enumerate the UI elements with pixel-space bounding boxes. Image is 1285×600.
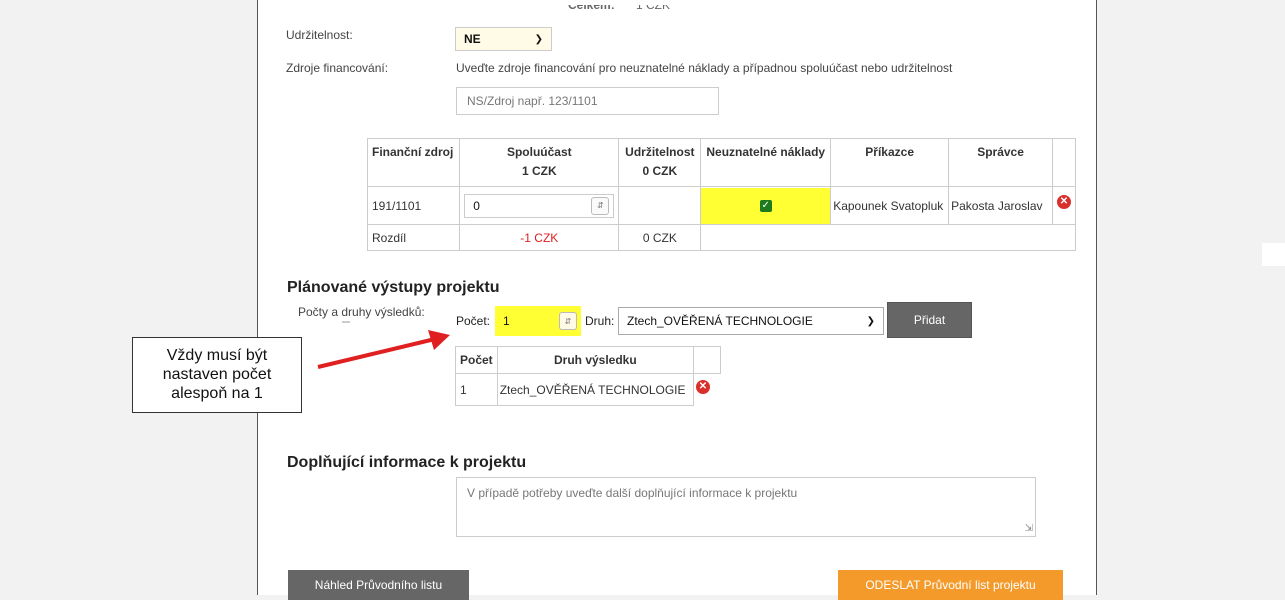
cell-druh: Ztech_OVĚŘENÁ TECHNOLOGIE xyxy=(496,373,695,406)
check-icon[interactable]: ✓ xyxy=(759,199,772,212)
spoluucast-value: 0 xyxy=(473,198,480,213)
callout-line2: nastaven počet xyxy=(162,366,272,383)
cell-pocet: 1 xyxy=(455,373,498,406)
th-pocet: Počet xyxy=(455,346,498,374)
cell-neuznatelne: ✓ xyxy=(700,186,832,225)
callout-line1: Vždy musí být xyxy=(166,347,268,364)
th-spravce: Správce xyxy=(948,138,1053,187)
th-udrzitelnost: Udržitelnost 0 CZK xyxy=(618,138,702,187)
zdroje-placeholder: NS/Zdroj např. 123/1101 xyxy=(467,94,598,108)
th-empty xyxy=(693,346,721,374)
doplnujici-title: Doplňující informace k projektu xyxy=(287,454,527,471)
arrow-icon xyxy=(317,330,450,369)
th-udrzitelnost-label: Udržitelnost xyxy=(625,145,695,159)
udrzitelnost-select[interactable]: NE ❯ xyxy=(455,27,552,51)
doplnujici-textarea[interactable]: V případě potřeby uveďte další doplňujíc… xyxy=(456,477,1036,537)
financni-zdroje-table: Finanční zdroj Spoluúčast 1 CZK Udržitel… xyxy=(366,138,1077,251)
callout-line3: alespoň na 1 xyxy=(171,385,263,402)
th-udrzitelnost-total: 0 CZK xyxy=(642,164,678,178)
spinner-icon[interactable]: ⇵ xyxy=(591,196,610,215)
th-prikazce: Příkazce xyxy=(830,138,950,187)
zdroje-label: Zdroje financování: xyxy=(286,61,389,75)
udrzitelnost-value: NE xyxy=(464,32,481,46)
druh-value: Ztech_OVĚŘENÁ TECHNOLOGIE xyxy=(627,314,813,328)
chevron-down-icon: ❯ xyxy=(534,33,543,45)
spinner-icon[interactable]: ⇵ xyxy=(559,312,577,330)
cell-spravce: Pakosta Jaroslav xyxy=(948,186,1053,225)
pocet-value: 1 xyxy=(503,314,510,328)
th-neuznatelne: Neuznatelné náklady xyxy=(700,138,832,187)
nahled-button[interactable]: Náhled Průvodního listu xyxy=(288,570,469,600)
vysledky-table: Počet Druh výsledku 1 Ztech_OVĚŘENÁ TECH… xyxy=(455,346,721,406)
delete-icon[interactable]: ✕ xyxy=(1056,195,1071,209)
druh-select[interactable]: Ztech_OVĚŘENÁ TECHNOLOGIE ❯ xyxy=(618,307,884,335)
neuznatelne-highlight: ✓ xyxy=(701,187,831,224)
zdroje-input[interactable]: NS/Zdroj např. 123/1101 xyxy=(456,87,719,115)
th-spoluucast-label: Spoluúčast xyxy=(506,145,572,159)
pridat-button[interactable]: Přidat xyxy=(887,302,972,338)
rozdil-spoluucast: -1 CZK xyxy=(459,224,620,251)
th-spoluucast: Spoluúčast 1 CZK xyxy=(459,138,620,187)
rozdil-empty xyxy=(700,224,1076,251)
udrzitelnost-label: Udržitelnost: xyxy=(286,28,353,42)
rozdil-label: Rozdíl xyxy=(366,224,461,251)
divider xyxy=(342,321,350,323)
chevron-down-icon: ❯ xyxy=(866,315,875,327)
cell-zdroj: 191/1101 xyxy=(366,186,461,225)
th-zdroj: Finanční zdroj xyxy=(366,138,461,187)
rozdil-udrzitelnost: 0 CZK xyxy=(618,224,702,251)
resize-handle-icon[interactable]: ⇲ xyxy=(1025,523,1033,534)
side-tab xyxy=(1262,243,1285,266)
th-druh: Druh výsledku xyxy=(496,346,695,374)
pocet-input[interactable]: 1 ⇵ xyxy=(495,306,581,336)
odeslat-button[interactable]: ODESLAT Průvodní list projektu xyxy=(838,570,1063,600)
zdroje-hint: Uveďte zdroje financování pro neuznateln… xyxy=(456,61,953,75)
doplnujici-placeholder: V případě potřeby uveďte další doplňujíc… xyxy=(467,486,798,500)
spoluucast-input[interactable]: 0 ⇵ xyxy=(464,193,615,218)
cell-delete: ✕ xyxy=(1051,186,1077,225)
pocty-label: Počty a druhy výsledků: xyxy=(298,305,425,319)
table-row: 191/1101 0 ⇵ ✓ Kapounek Svatopluk Pakost… xyxy=(366,186,1077,225)
callout-box: Vždy musí být nastaven počet alespoň na … xyxy=(132,337,302,413)
druh-label: Druh: xyxy=(585,314,615,328)
cell-delete: ✕ xyxy=(694,374,721,406)
vystupy-title: Plánované výstupy projektu xyxy=(287,279,500,296)
cell-spoluucast: 0 ⇵ xyxy=(459,186,620,225)
pocet-label: Počet: xyxy=(456,314,491,328)
th-spoluucast-total: 1 CZK xyxy=(521,164,557,178)
delete-icon[interactable]: ✕ xyxy=(696,380,710,394)
rozdil-row: Rozdíl -1 CZK 0 CZK xyxy=(366,224,1076,251)
cell-udrzitelnost xyxy=(618,186,702,225)
table-row: 1 Ztech_OVĚŘENÁ TECHNOLOGIE ✕ xyxy=(455,373,721,406)
th-empty xyxy=(1051,138,1077,187)
cell-prikazce: Kapounek Svatopluk xyxy=(830,186,950,225)
